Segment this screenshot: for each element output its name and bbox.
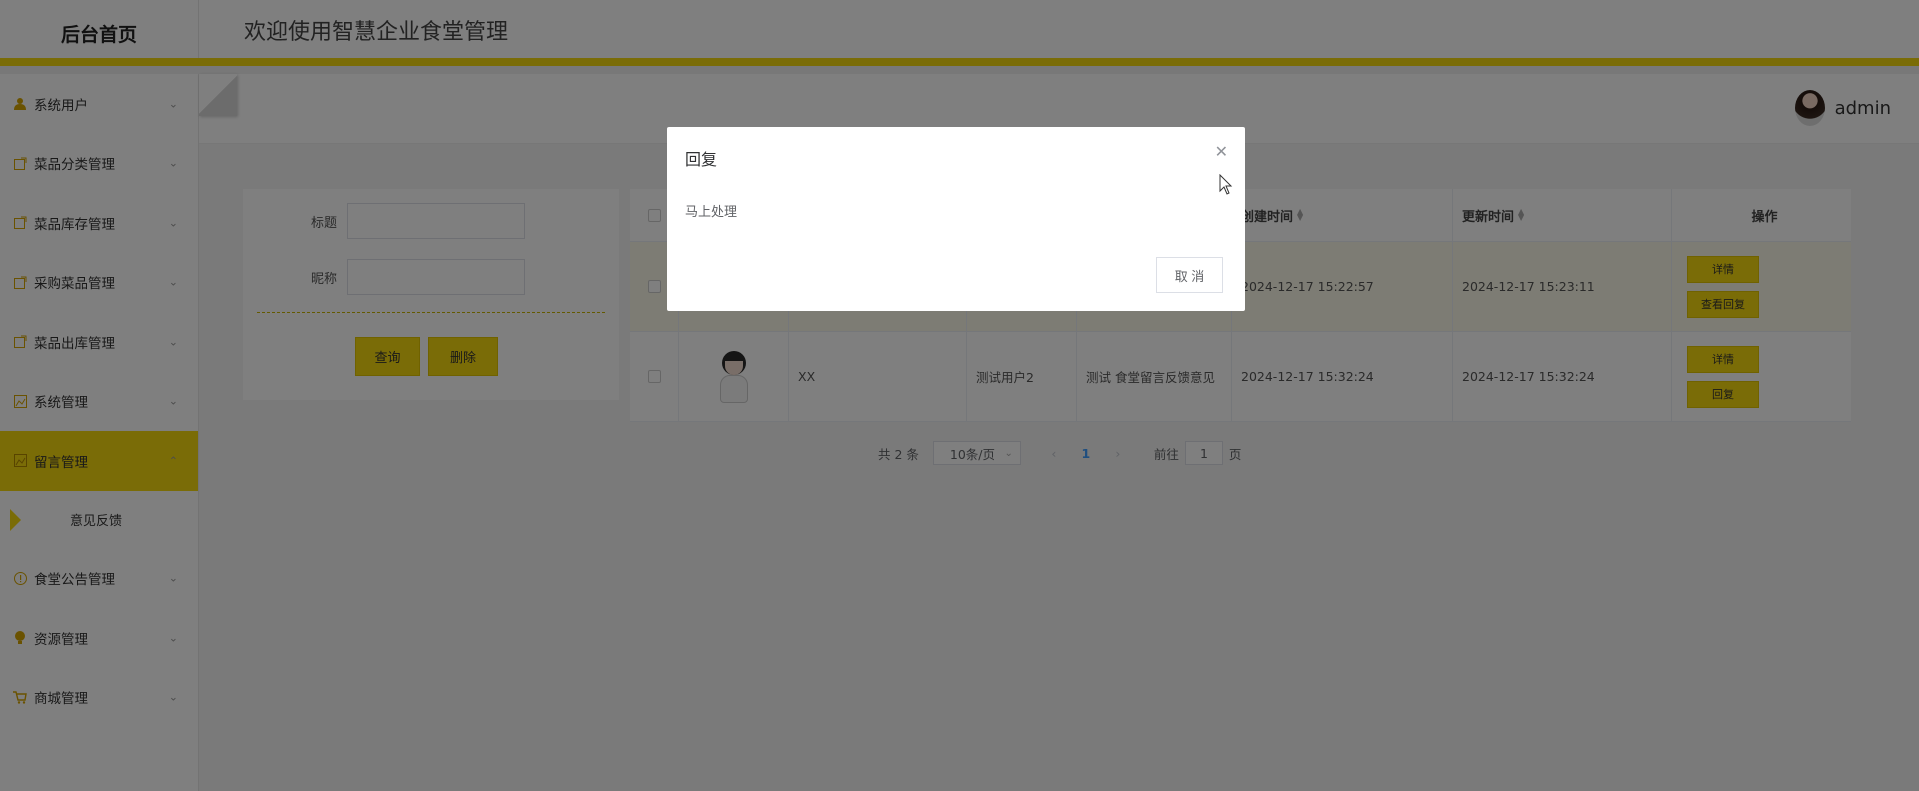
reply-content: 马上处理 <box>685 205 738 220</box>
modal-overlay[interactable] <box>0 0 1919 791</box>
close-icon[interactable]: ✕ <box>1215 142 1228 161</box>
dialog-title: 回复 <box>685 150 718 169</box>
reply-dialog: 回复 ✕ 马上处理 取 消 <box>667 127 1245 311</box>
cancel-button[interactable]: 取 消 <box>1156 257 1223 293</box>
